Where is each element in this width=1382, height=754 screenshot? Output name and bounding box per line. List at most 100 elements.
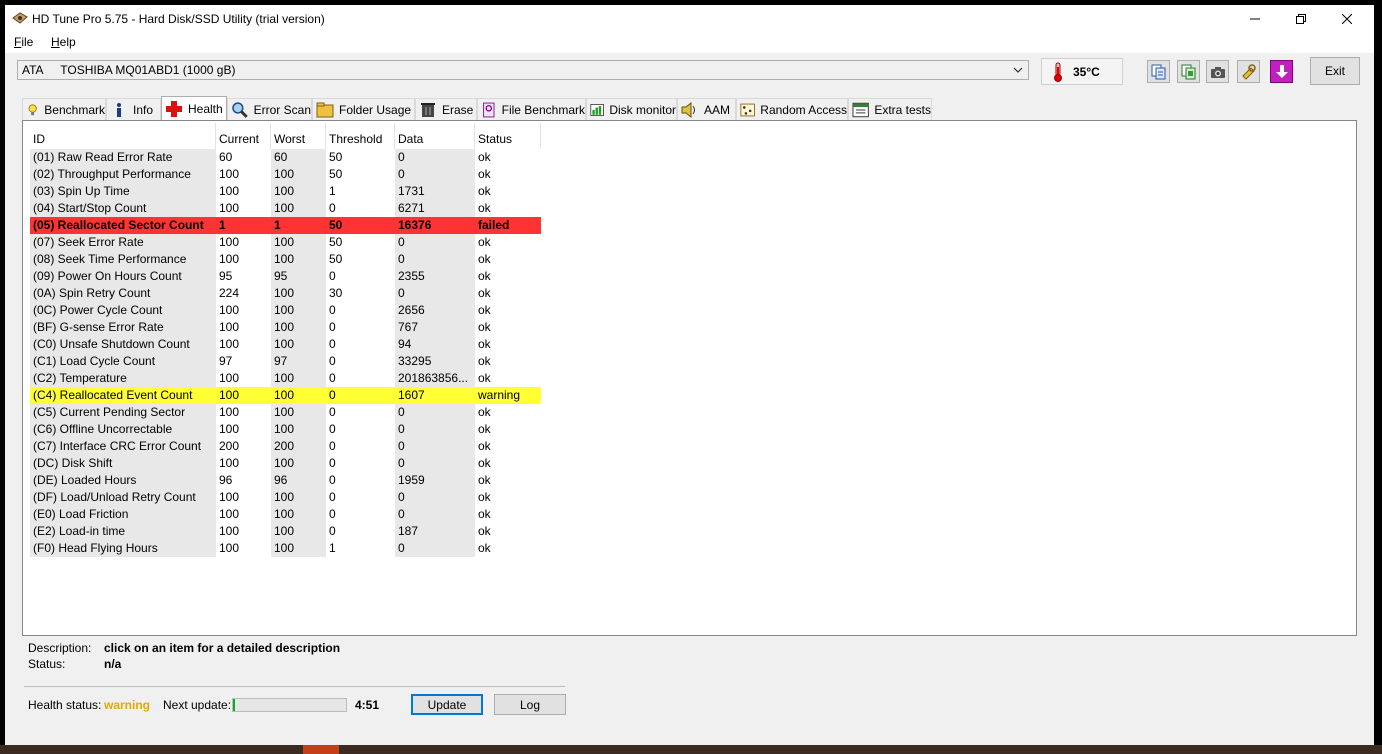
minimize-button[interactable] — [1232, 5, 1278, 32]
table-row[interactable]: (C6) Offline Uncorrectable 100 100 0 0 ok — [30, 421, 545, 438]
table-row[interactable]: (C0) Unsafe Shutdown Count 100 100 0 94 ok — [30, 336, 545, 353]
cell-current: 100 — [219, 541, 240, 555]
cell-status: warning — [475, 387, 541, 404]
camera-icon — [1210, 66, 1225, 78]
cell-threshold: 0 — [329, 524, 336, 538]
exit-button[interactable]: Exit — [1310, 57, 1360, 85]
table-row[interactable]: (0A) Spin Retry Count 224 100 30 0 ok — [30, 285, 545, 302]
tab-erase[interactable]: Erase — [415, 98, 477, 120]
tab-benchmark[interactable]: Benchmark — [22, 98, 106, 120]
menu-file[interactable]: File — [14, 35, 33, 49]
cell-worst: 100 — [271, 387, 326, 404]
cell-data: 0 — [395, 234, 475, 251]
close-button[interactable] — [1324, 5, 1370, 32]
tab-health[interactable]: Health — [161, 96, 227, 120]
restore-button[interactable] — [1278, 5, 1324, 32]
cell-id: (0A) Spin Retry Count — [30, 285, 216, 302]
health-status-value: warning — [104, 698, 151, 712]
table-row[interactable]: (C4) Reallocated Event Count 100 100 0 1607 w… — [30, 387, 545, 404]
tab-extra-tests[interactable]: Extra tests — [848, 98, 932, 120]
menu-help[interactable]: Help — [51, 35, 76, 49]
tab-error-scan[interactable]: Error Scan — [227, 98, 312, 120]
cell-threshold: 0 — [326, 387, 395, 404]
tab-disk-monitor[interactable]: Disk monitor — [586, 98, 677, 120]
table-row[interactable]: (E2) Load-in time 100 100 0 187 ok — [30, 523, 545, 540]
tab-info[interactable]: Info — [106, 98, 161, 120]
cell-data: 0 — [395, 251, 475, 268]
column-header-data[interactable]: Data — [395, 123, 475, 149]
cell-id: (E2) Load-in time — [30, 523, 216, 540]
table-row[interactable]: (DC) Disk Shift 100 100 0 0 ok — [30, 455, 545, 472]
table-row[interactable]: (BF) G-sense Error Rate 100 100 0 767 ok — [30, 319, 545, 336]
table-row[interactable]: (C1) Load Cycle Count 97 97 0 33295 ok — [30, 353, 545, 370]
table-row[interactable]: (DF) Load/Unload Retry Count 100 100 0 0 ok — [30, 489, 545, 506]
drive-select[interactable]: ATA TOSHIBA MQ01ABD1 (1000 gB) — [17, 60, 1029, 80]
cell-threshold: 0 — [329, 490, 336, 504]
cell-current: 100 — [219, 490, 240, 504]
table-row[interactable]: (09) Power On Hours Count 95 95 0 2355 ok — [30, 268, 545, 285]
cell-threshold: 0 — [329, 422, 336, 436]
table-row[interactable]: (03) Spin Up Time 100 100 1 1731 ok — [30, 183, 545, 200]
table-row[interactable]: (01) Raw Read Error Rate 60 60 50 0 ok — [30, 149, 545, 166]
cell-threshold: 0 — [329, 439, 336, 453]
column-header-current[interactable]: Current — [216, 123, 271, 149]
screenshot-button[interactable] — [1206, 60, 1229, 83]
cell-status: ok — [478, 235, 491, 249]
cell-status: ok — [478, 303, 491, 317]
copy-text-button[interactable] — [1147, 60, 1170, 83]
table-row[interactable]: (05) Reallocated Sector Count 1 1 50 16376 fa… — [30, 217, 545, 234]
tab-random-access[interactable]: Random Access — [736, 98, 848, 120]
table-row[interactable]: (0C) Power Cycle Count 100 100 0 2656 ok — [30, 302, 545, 319]
cell-data: 2355 — [395, 268, 475, 285]
file-benchmark-icon — [483, 102, 495, 117]
column-header-status[interactable]: Status — [475, 123, 541, 149]
cell-current: 100 — [219, 405, 240, 419]
update-button[interactable]: Update — [411, 694, 483, 715]
cell-threshold: 0 — [329, 405, 336, 419]
table-row[interactable]: (E0) Load Friction 100 100 0 0 ok — [30, 506, 545, 523]
tab-aam[interactable]: AAM — [677, 98, 736, 120]
tab-aam-label: AAM — [704, 102, 731, 117]
tab-file-benchmark-label: File Benchmark — [501, 102, 585, 117]
table-row[interactable]: (04) Start/Stop Count 100 100 0 6271 ok — [30, 200, 545, 217]
cell-data: 1959 — [395, 472, 475, 489]
title-bar[interactable]: HD Tune Pro 5.75 - Hard Disk/SSD Utility… — [5, 5, 1374, 32]
cell-current: 100 — [219, 201, 240, 215]
table-row[interactable]: (C5) Current Pending Sector 100 100 0 0 ok — [30, 404, 545, 421]
status-label: Status: — [28, 657, 66, 671]
column-header-id[interactable]: ID — [30, 123, 216, 149]
save-button[interactable] — [1270, 60, 1293, 83]
copy-image-icon — [1181, 64, 1195, 79]
cell-id: (C2) Temperature — [30, 370, 216, 387]
tab-file-benchmark[interactable]: File Benchmark — [477, 98, 586, 120]
health-table-panel: ID Current Worst Threshold Data Status (… — [22, 120, 1357, 636]
table-row[interactable]: (C2) Temperature 100 100 0 201863856... ok — [30, 370, 545, 387]
column-header-worst[interactable]: Worst — [271, 123, 326, 149]
cell-current: 100 — [219, 252, 240, 266]
tab-folder-usage[interactable]: Folder Usage — [312, 98, 415, 120]
table-row[interactable]: (07) Seek Error Rate 100 100 50 0 ok — [30, 234, 545, 251]
next-update-progress — [232, 698, 347, 712]
cell-worst: 100 — [271, 370, 326, 387]
table-row[interactable]: (F0) Head Flying Hours 100 100 1 0 ok — [30, 540, 545, 557]
copy-screenshot-button[interactable] — [1177, 60, 1200, 83]
restore-icon — [1296, 13, 1306, 24]
cell-data: 2656 — [395, 302, 475, 319]
log-button[interactable]: Log — [494, 694, 566, 715]
next-update-label: Next update: — [163, 698, 232, 712]
menu-bar: File Help — [5, 32, 1374, 53]
table-row[interactable]: (08) Seek Time Performance 100 100 50 0 ok — [30, 251, 545, 268]
cell-id: (C5) Current Pending Sector — [30, 404, 216, 421]
table-row[interactable]: (C7) Interface CRC Error Count 200 200 0 0 ok — [30, 438, 545, 455]
cell-id: (BF) G-sense Error Rate — [30, 319, 216, 336]
table-row[interactable]: (DE) Loaded Hours 96 96 0 1959 ok — [30, 472, 545, 489]
cell-data: 33295 — [395, 353, 475, 370]
lightbulb-icon — [28, 103, 37, 115]
table-row[interactable]: (02) Throughput Performance 100 100 50 0 ok — [30, 166, 545, 183]
cell-data: 0 — [395, 285, 475, 302]
options-button[interactable] — [1237, 60, 1260, 83]
cell-worst: 100 — [271, 540, 326, 557]
cell-status: ok — [478, 337, 491, 351]
column-header-threshold[interactable]: Threshold — [326, 123, 395, 149]
cell-current: 224 — [219, 286, 240, 300]
